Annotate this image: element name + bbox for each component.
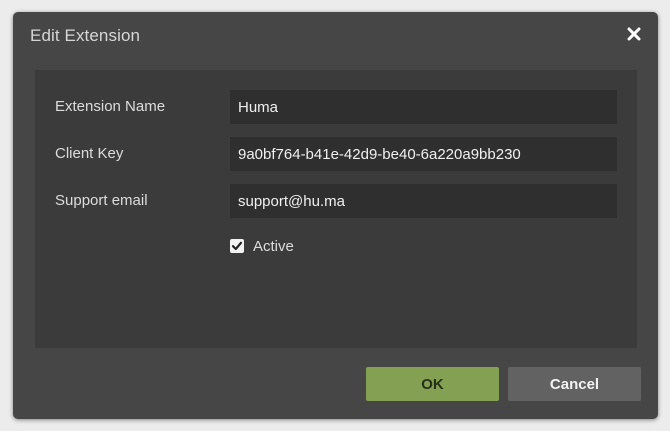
client-key-input[interactable] <box>230 137 617 171</box>
close-icon <box>627 27 641 41</box>
active-label: Active <box>253 237 294 255</box>
cancel-button[interactable]: Cancel <box>508 367 641 401</box>
close-button[interactable] <box>624 24 644 44</box>
extension-name-input[interactable] <box>230 90 617 124</box>
extension-name-label: Extension Name <box>55 98 166 115</box>
ok-button[interactable]: OK <box>366 367 499 401</box>
edit-extension-dialog: Edit Extension Extension Name Client Key… <box>13 12 658 419</box>
active-row: Active <box>230 236 294 256</box>
client-key-label: Client Key <box>55 145 124 162</box>
support-email-label: Support email <box>55 192 148 209</box>
active-checkbox[interactable] <box>230 239 244 253</box>
support-email-input[interactable] <box>230 184 617 218</box>
checkmark-icon <box>231 241 243 251</box>
form-panel: Extension Name Client Key Support email … <box>35 70 637 348</box>
dialog-title: Edit Extension <box>30 26 141 45</box>
